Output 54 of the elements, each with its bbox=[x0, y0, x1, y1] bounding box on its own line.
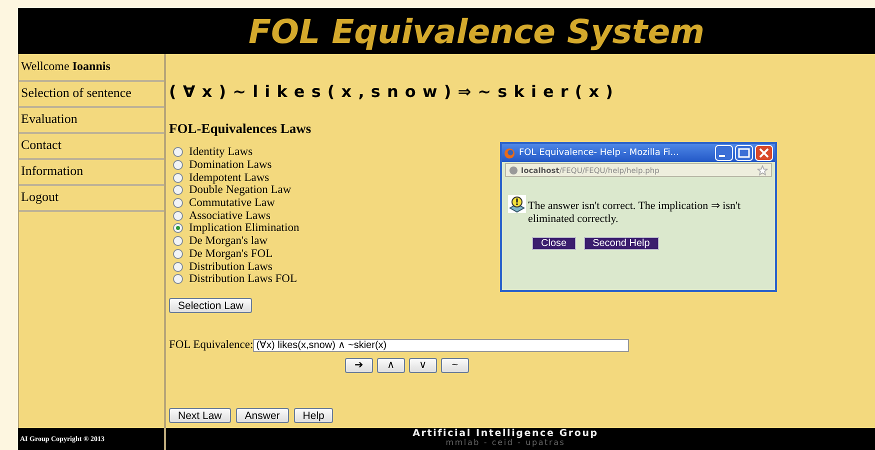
radio-label: Implication Elimination bbox=[189, 222, 300, 234]
radio-label: Distribution Laws FOL bbox=[189, 273, 297, 286]
maximize-icon[interactable] bbox=[735, 145, 753, 161]
radio-button[interactable] bbox=[173, 223, 183, 234]
radio-label: De Morgan's law bbox=[189, 235, 268, 248]
radio-button[interactable] bbox=[173, 262, 183, 272]
popup-button[interactable]: Close bbox=[532, 237, 576, 250]
action-button[interactable]: Next Law bbox=[169, 408, 231, 423]
nav-link[interactable]: Evaluation bbox=[19, 108, 164, 134]
footer-subtitle: mmlab - ceid - upatras bbox=[446, 439, 566, 447]
action-button[interactable]: Help bbox=[294, 408, 334, 423]
radio-button[interactable] bbox=[173, 185, 183, 196]
minimize-icon[interactable] bbox=[715, 145, 733, 161]
action-button[interactable]: Answer bbox=[236, 408, 289, 423]
close-icon[interactable] bbox=[755, 145, 773, 161]
star-icon[interactable] bbox=[757, 164, 768, 176]
radio-button[interactable] bbox=[173, 236, 183, 246]
equivalence-field[interactable]: (∀x) likes(x,snow) ∧ ~skier(x) bbox=[253, 338, 630, 352]
radio-label: Idempotent Laws bbox=[189, 172, 270, 184]
radio-button[interactable] bbox=[173, 198, 183, 208]
radio-button[interactable] bbox=[173, 210, 183, 221]
warning-icon bbox=[508, 195, 526, 213]
nav-link[interactable]: Selection of sentence bbox=[19, 82, 164, 108]
radio-button[interactable] bbox=[173, 172, 183, 183]
selection-law-button[interactable]: Selection Law bbox=[169, 298, 252, 313]
section-heading: FOL-Equivalences Laws bbox=[169, 121, 312, 137]
nav-link[interactable]: Logout bbox=[19, 186, 164, 212]
globe-icon bbox=[509, 166, 518, 174]
browser-icon bbox=[504, 148, 515, 158]
radio-label: Identity Laws bbox=[189, 146, 253, 158]
symbol-button[interactable]: ∨ bbox=[409, 358, 437, 373]
field-label: FOL Equivalence: bbox=[169, 339, 254, 352]
nav-link[interactable]: Information bbox=[19, 160, 164, 186]
radio-button[interactable] bbox=[173, 160, 183, 170]
sentence-formula: ( ∀ x ) ~ l i k e s ( x , s n o w ) ⇒ ~ s k i e r ( x ) bbox=[169, 82, 614, 101]
radio-button[interactable] bbox=[173, 274, 183, 284]
radio-label: Domination Laws bbox=[189, 159, 272, 172]
help-message: The answer isn't correct. The implication ⇒ isn't eliminated correctly. bbox=[528, 199, 742, 226]
radio-button[interactable] bbox=[173, 248, 183, 259]
popup-button[interactable]: Second Help bbox=[584, 237, 659, 250]
symbol-button[interactable]: ➔ bbox=[345, 358, 373, 373]
radio-label: Double Negation Law bbox=[189, 184, 292, 196]
radio-label: Commutative Law bbox=[189, 197, 275, 210]
site-title: FOL Equivalence System bbox=[248, 12, 704, 50]
radio-button[interactable] bbox=[173, 147, 183, 158]
symbol-button[interactable]: ~ bbox=[441, 358, 469, 373]
welcome-text: Wellcome Ioannis bbox=[19, 56, 164, 82]
window-title: FOL Equivalence- Help - Mozilla Fi... bbox=[519, 148, 680, 158]
symbol-button[interactable]: ∧ bbox=[377, 358, 405, 373]
radio-label: Distribution Laws bbox=[189, 260, 272, 273]
radio-label: De Morgan's FOL bbox=[189, 248, 273, 260]
footer-title: Artificial Intelligence Group bbox=[412, 428, 598, 439]
radio-label: Associative Laws bbox=[189, 210, 270, 222]
nav-link[interactable]: Contact bbox=[19, 134, 164, 160]
